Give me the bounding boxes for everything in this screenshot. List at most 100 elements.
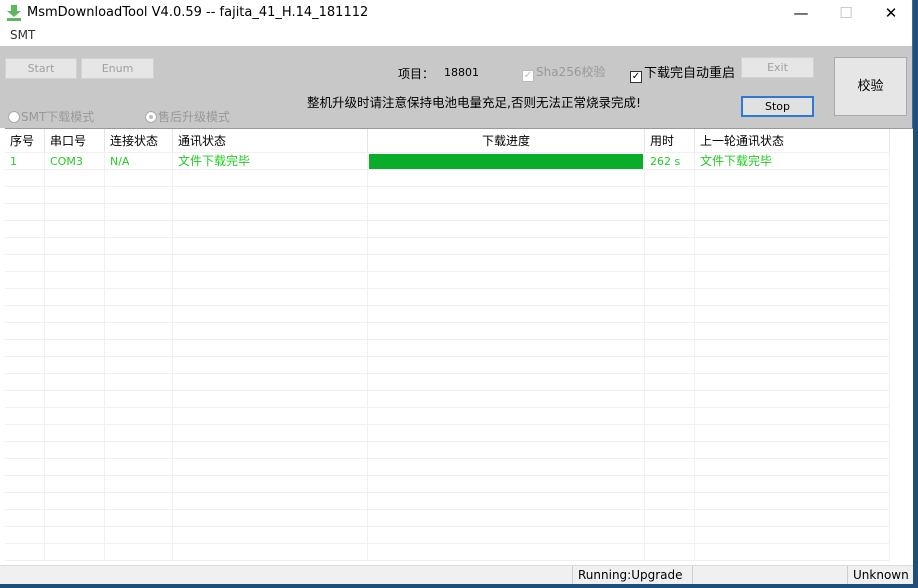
status-bar: Running:Upgrade Unknown [0, 565, 913, 584]
maximize-button[interactable]: ☐ [823, 0, 869, 27]
table-row-empty[interactable] [5, 527, 890, 544]
table-row-empty[interactable] [5, 289, 890, 306]
table-cell-empty [368, 493, 645, 509]
table-cell-empty [173, 442, 368, 458]
table-row-empty[interactable] [5, 340, 890, 357]
table-cell-empty [105, 425, 173, 441]
table-row-empty[interactable] [5, 544, 890, 561]
cell-comm-status: 文件下载完毕 [173, 153, 368, 169]
table-row-empty[interactable] [5, 255, 890, 272]
table-row-empty[interactable] [5, 357, 890, 374]
table-cell-empty [173, 425, 368, 441]
table-cell-empty [368, 476, 645, 492]
table-cell-empty [5, 357, 45, 373]
table-row-empty[interactable] [5, 272, 890, 289]
table-cell-empty [645, 442, 695, 458]
table-cell-empty [173, 357, 368, 373]
table-row-empty[interactable] [5, 476, 890, 493]
table-cell-empty [5, 255, 45, 271]
table-cell-empty [5, 204, 45, 220]
verify-button[interactable]: 校验 [834, 57, 907, 116]
table-cell-empty [105, 391, 173, 407]
aftersales-mode-radio[interactable]: 售后升级模式 [145, 108, 230, 125]
table-cell-empty [695, 289, 890, 305]
table-cell-empty [105, 476, 173, 492]
table-cell-empty [695, 527, 890, 543]
table-cell-empty [45, 272, 105, 288]
header-comm-status[interactable]: 通讯状态 [173, 129, 368, 152]
table-cell-empty [645, 459, 695, 475]
table-row[interactable]: 1 COM3 N/A 文件下载完毕 262 s 文件下载完毕 [5, 153, 890, 170]
stop-button[interactable]: Stop [741, 96, 814, 117]
table-row-empty[interactable] [5, 306, 890, 323]
table-row-empty[interactable] [5, 425, 890, 442]
table-row-empty[interactable] [5, 204, 890, 221]
table-row-empty[interactable] [5, 221, 890, 238]
table-cell-empty [105, 272, 173, 288]
sha256-label: Sha256校验 [536, 65, 606, 79]
table-cell-empty [5, 544, 45, 560]
table-cell-empty [645, 425, 695, 441]
header-port[interactable]: 串口号 [45, 129, 105, 152]
table-row-empty[interactable] [5, 323, 890, 340]
table-cell-empty [173, 289, 368, 305]
table-cell-empty [645, 493, 695, 509]
table-cell-empty [45, 289, 105, 305]
table-cell-empty [45, 459, 105, 475]
progress-bar [369, 154, 643, 169]
table-cell-empty [173, 374, 368, 390]
table-cell-empty [695, 306, 890, 322]
table-cell-empty [368, 289, 645, 305]
table-cell-empty [105, 527, 173, 543]
table-cell-empty [45, 306, 105, 322]
table-cell-empty [5, 221, 45, 237]
table-cell-empty [368, 221, 645, 237]
table-cell-empty [173, 459, 368, 475]
table-row-empty[interactable] [5, 374, 890, 391]
table-cell-empty [105, 442, 173, 458]
header-progress[interactable]: 下载进度 [368, 129, 645, 152]
table-row-empty[interactable] [5, 493, 890, 510]
start-button[interactable]: Start [5, 58, 77, 79]
close-button[interactable]: ✕ [868, 0, 914, 27]
minimize-button[interactable]: — [778, 0, 824, 27]
table-cell-empty [645, 221, 695, 237]
table-row-empty[interactable] [5, 408, 890, 425]
table-row-empty[interactable] [5, 510, 890, 527]
table-cell-empty [695, 221, 890, 237]
table-row-empty[interactable] [5, 238, 890, 255]
table-cell-empty [695, 238, 890, 254]
table-cell-empty [105, 408, 173, 424]
table-cell-empty [5, 170, 45, 186]
header-time[interactable]: 用时 [645, 129, 695, 152]
table-row-empty[interactable] [5, 391, 890, 408]
table-cell-empty [45, 425, 105, 441]
table-cell-empty [645, 187, 695, 203]
table-cell-empty [5, 408, 45, 424]
smt-mode-radio[interactable]: SMT下载模式 [8, 108, 94, 125]
table-cell-empty [173, 306, 368, 322]
table-row-empty[interactable] [5, 187, 890, 204]
table-cell-empty [5, 510, 45, 526]
header-connection[interactable]: 连接状态 [105, 129, 173, 152]
table-cell-empty [645, 289, 695, 305]
menu-smt[interactable]: SMT [10, 28, 35, 42]
table-row-empty[interactable] [5, 170, 890, 187]
table-cell-empty [45, 187, 105, 203]
table-cell-empty [645, 238, 695, 254]
radio-icon [8, 111, 20, 123]
header-last-status[interactable]: 上一轮通讯状态 [695, 129, 890, 152]
table-row-empty[interactable] [5, 442, 890, 459]
header-index[interactable]: 序号 [5, 129, 45, 152]
exit-button[interactable]: Exit [741, 57, 814, 78]
table-cell-empty [695, 442, 890, 458]
table-cell-empty [645, 357, 695, 373]
auto-reboot-checkbox[interactable]: ✓ 下载完自动重启 [630, 62, 735, 83]
table-cell-empty [105, 357, 173, 373]
table-cell-empty [105, 459, 173, 475]
table-cell-empty [645, 306, 695, 322]
sha256-checkbox[interactable]: ✓ Sha256校验 [522, 63, 605, 82]
table-row-empty[interactable] [5, 459, 890, 476]
enum-button[interactable]: Enum [81, 58, 154, 79]
table-cell-empty [368, 391, 645, 407]
